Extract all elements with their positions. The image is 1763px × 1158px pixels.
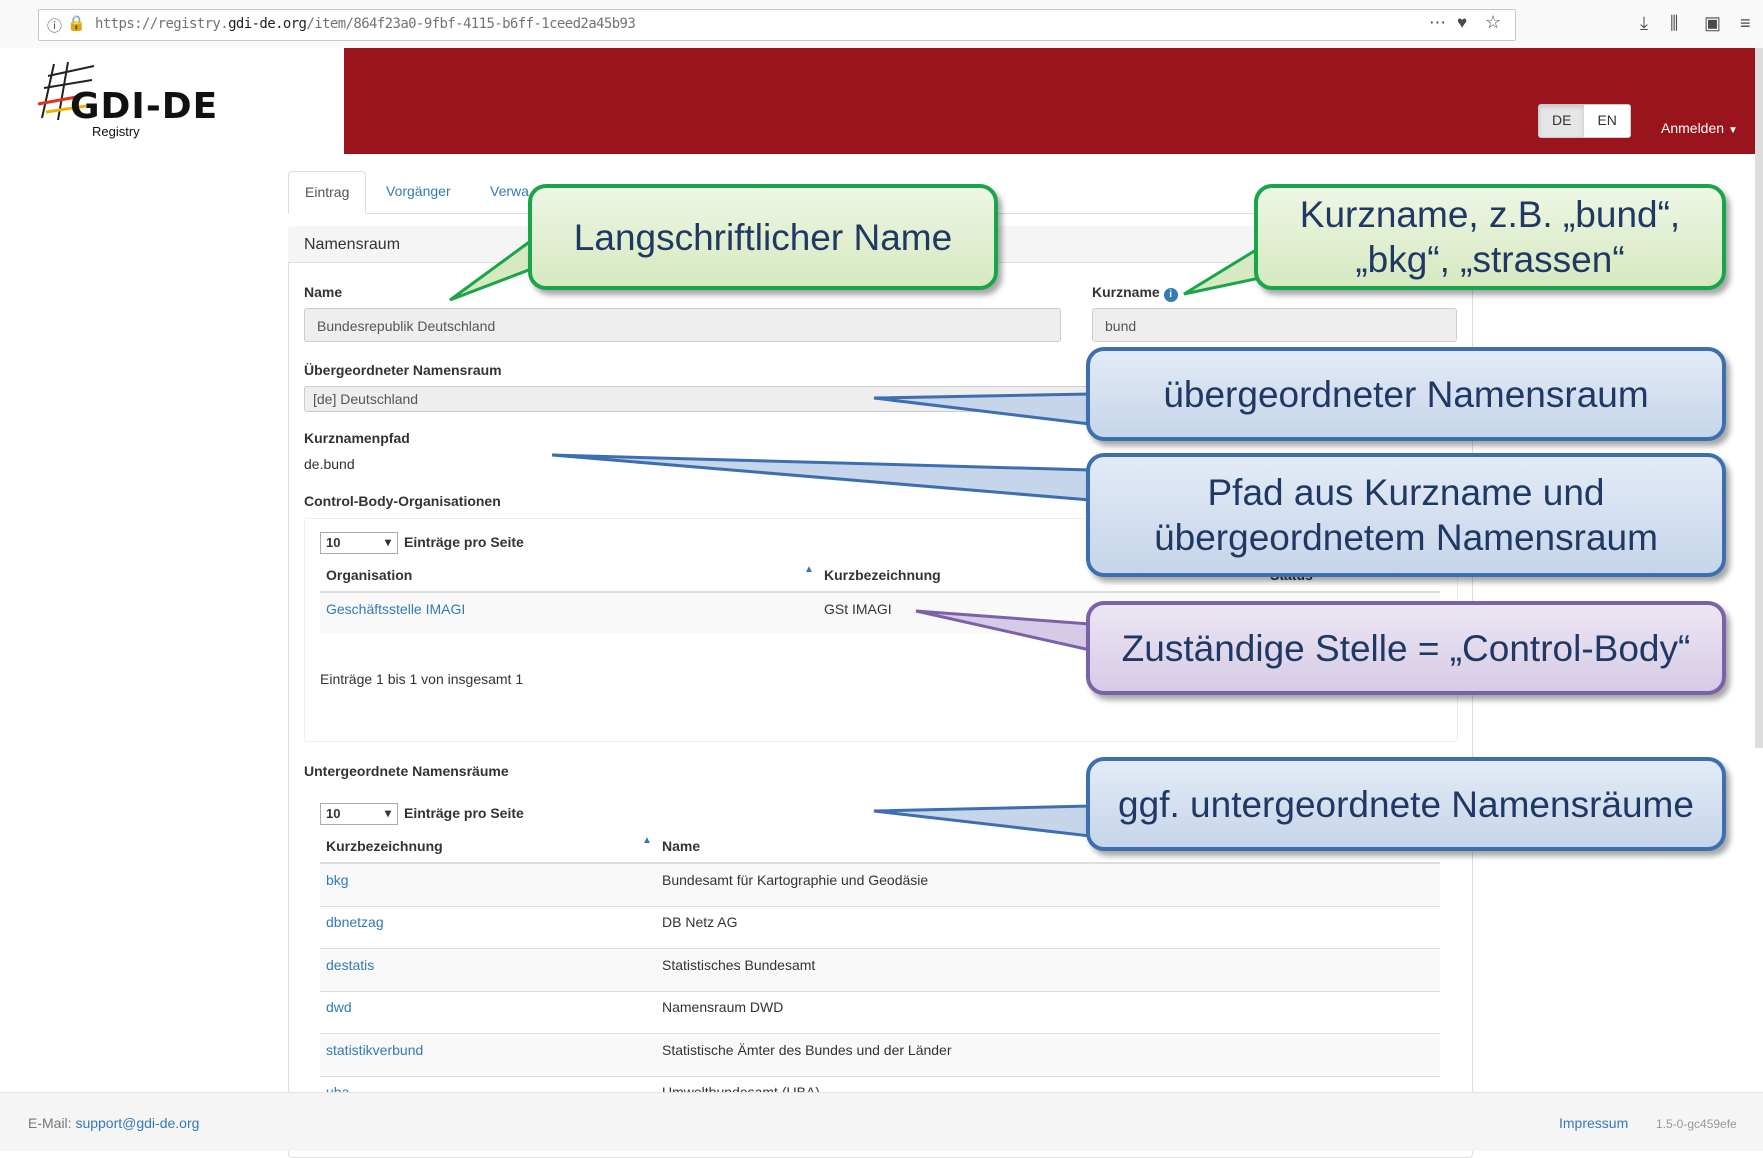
callout-short-name-line1: Kurzname, z.B. „bund“,: [1299, 194, 1681, 235]
callout-path-line2: übergeordnetem Namensraum: [1154, 517, 1658, 558]
callout-parent-namespace: übergeordneter Namensraum: [1086, 347, 1726, 441]
callout-short-name-line2: „bkg“, „strassen“: [1355, 239, 1625, 280]
callout-sub-namespaces: ggf. untergeordnete Namensräume: [1086, 757, 1726, 851]
callout-short-name: Kurzname, z.B. „bund“, „bkg“, „strassen“: [1254, 184, 1726, 290]
callout-long-name: Langschriftlicher Name: [528, 184, 998, 290]
callout-path-line1: Pfad aus Kurzname und: [1207, 472, 1605, 513]
callout-path: Pfad aus Kurzname und übergeordnetem Name…: [1086, 453, 1726, 577]
callout-control-body: Zuständige Stelle = „Control-Body“: [1086, 601, 1726, 695]
